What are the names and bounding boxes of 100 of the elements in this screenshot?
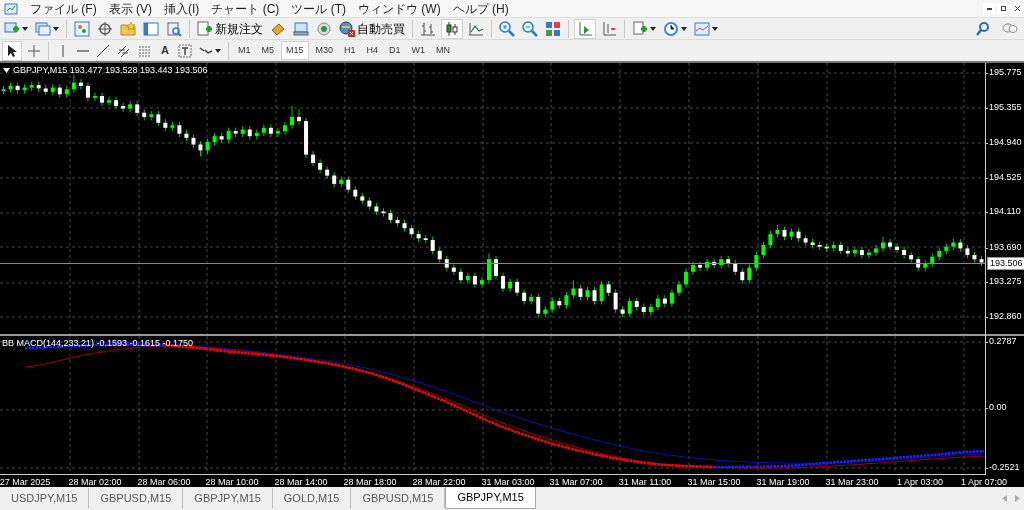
candlestick: [536, 293, 541, 319]
candlestick: [114, 96, 119, 110]
clock-icon: [663, 20, 679, 37]
candlestick: [613, 289, 618, 314]
candlestick-button[interactable]: [441, 18, 463, 39]
crosshair-icon: [27, 43, 41, 58]
candlestick: [859, 246, 864, 259]
minimize-button[interactable]: [983, 2, 995, 15]
candlestick: [747, 263, 752, 284]
windows-icon: [35, 20, 51, 37]
new-order-button[interactable]: 新規注文: [195, 18, 265, 39]
timeframe-button[interactable]: M15: [281, 41, 309, 60]
axis-label: 195.775: [989, 67, 1022, 77]
menu-item[interactable]: ウィンドウ (W): [352, 1, 447, 16]
auto-scroll-button[interactable]: [574, 18, 596, 39]
timeframe-button[interactable]: W1: [407, 41, 430, 60]
time-label: 31 Mar 07:00: [549, 478, 603, 487]
candlestick: [486, 253, 491, 284]
close-button[interactable]: [1011, 2, 1023, 15]
candlestick: [85, 82, 90, 102]
chart-tab[interactable]: GBPJPY,M15: [445, 487, 536, 509]
channel-icon: [117, 43, 131, 58]
menu-item[interactable]: チャート (C): [205, 1, 286, 16]
timeframe-button[interactable]: M30: [311, 41, 337, 60]
diagonal-line-icon: [96, 43, 110, 58]
zoom-in-button[interactable]: [497, 18, 517, 39]
chart-symbol-prices: GBPJPY,M15 193.477 193.528 193.443 193.506: [13, 66, 208, 75]
timeframe-button[interactable]: M1: [233, 41, 255, 60]
chart-window-icon: [694, 20, 710, 37]
chart-play-icon: [577, 20, 593, 37]
axis-label: 0.2787: [989, 337, 1017, 346]
timeframe-button[interactable]: MN: [432, 41, 455, 60]
time-label: 28 Mar 02:00: [68, 478, 122, 487]
menu-item[interactable]: ファイル (F): [24, 1, 103, 16]
candlestick-icon: [444, 20, 460, 37]
speech-bubbles-icon: [1002, 21, 1018, 36]
restore-icon: [1000, 6, 1006, 11]
candlestick: [268, 124, 273, 138]
candlestick: [494, 255, 499, 280]
cursor-icon: [5, 43, 19, 58]
time-label: 31 Mar 11:00: [618, 478, 672, 487]
candlestick: [297, 109, 302, 125]
candlestick: [691, 261, 696, 276]
crosshair-icon: [97, 20, 113, 37]
document-plus-icon: [197, 20, 213, 37]
menu-item[interactable]: ヘルプ (H): [446, 1, 515, 16]
magnifier-icon: [166, 20, 182, 37]
chart-tab[interactable]: USDJPY,M15: [0, 488, 90, 508]
chart-tab[interactable]: GOLD,M15: [272, 488, 352, 508]
dashed-lines-icon: [138, 43, 152, 58]
current-price-label: 193.506: [987, 256, 1024, 270]
auto-trading-button[interactable]: 自動売買: [337, 18, 407, 39]
time-label: 28 Mar 10:00: [205, 478, 259, 487]
timeframe-button[interactable]: H4: [362, 41, 383, 60]
caret-icon: [22, 26, 28, 31]
candlestick: [888, 238, 893, 251]
timeframe-button[interactable]: H1: [340, 41, 360, 60]
candlestick: [318, 159, 323, 174]
chart-tab[interactable]: GBPUSD,M15: [89, 488, 184, 508]
restore-button[interactable]: [997, 2, 1009, 15]
candlestick: [599, 280, 604, 305]
candlestick: [873, 244, 878, 257]
menu-item[interactable]: 表示 (V): [102, 1, 158, 16]
candlestick: [669, 289, 674, 308]
menu-item[interactable]: 挿入(I): [158, 1, 206, 16]
axis-label: 0.00: [989, 403, 1007, 413]
candlestick: [683, 268, 688, 289]
menu-item[interactable]: ツール (T): [285, 1, 352, 16]
candlestick: [92, 92, 97, 102]
close-icon: [1014, 6, 1020, 11]
axis-label: 194.525: [989, 172, 1022, 182]
text-tool-button[interactable]: A: [157, 40, 173, 61]
time-label: 28 Mar 22:00: [412, 478, 466, 487]
candlestick: [78, 78, 83, 90]
scroll-left-icon[interactable]: [1002, 495, 1007, 502]
candlestick: [479, 276, 484, 289]
caret-icon: [214, 48, 221, 53]
time-label: 31 Mar 03:00: [481, 478, 535, 487]
axis-label: 193.690: [989, 242, 1022, 252]
axis-label: 192.860: [989, 312, 1022, 321]
candlestick: [100, 92, 104, 107]
time-label: 31 Mar 23:00: [825, 478, 879, 487]
window-icon: [74, 20, 90, 37]
caret-icon: [53, 26, 59, 31]
timeframe-button[interactable]: M5: [257, 41, 278, 60]
axis-label: 194.940: [989, 137, 1022, 147]
document-plus-icon: [632, 20, 648, 37]
timeframe-button[interactable]: D1: [385, 41, 405, 60]
candlestick: [852, 246, 857, 258]
zoom-out-icon: [522, 20, 538, 37]
time-label: 28 Mar 14:00: [274, 478, 328, 487]
cursor-button[interactable]: [2, 40, 22, 61]
candlestick: [754, 251, 759, 272]
zoom-out-button[interactable]: [520, 18, 540, 39]
scroll-right-icon[interactable]: [1015, 495, 1020, 502]
axis-label: 193.275: [989, 277, 1022, 287]
candlestick: [909, 251, 914, 263]
chart-shift-icon: [601, 20, 617, 37]
candlestick: [107, 96, 112, 107]
chart-tab[interactable]: GBPJPY,M15: [183, 488, 273, 508]
